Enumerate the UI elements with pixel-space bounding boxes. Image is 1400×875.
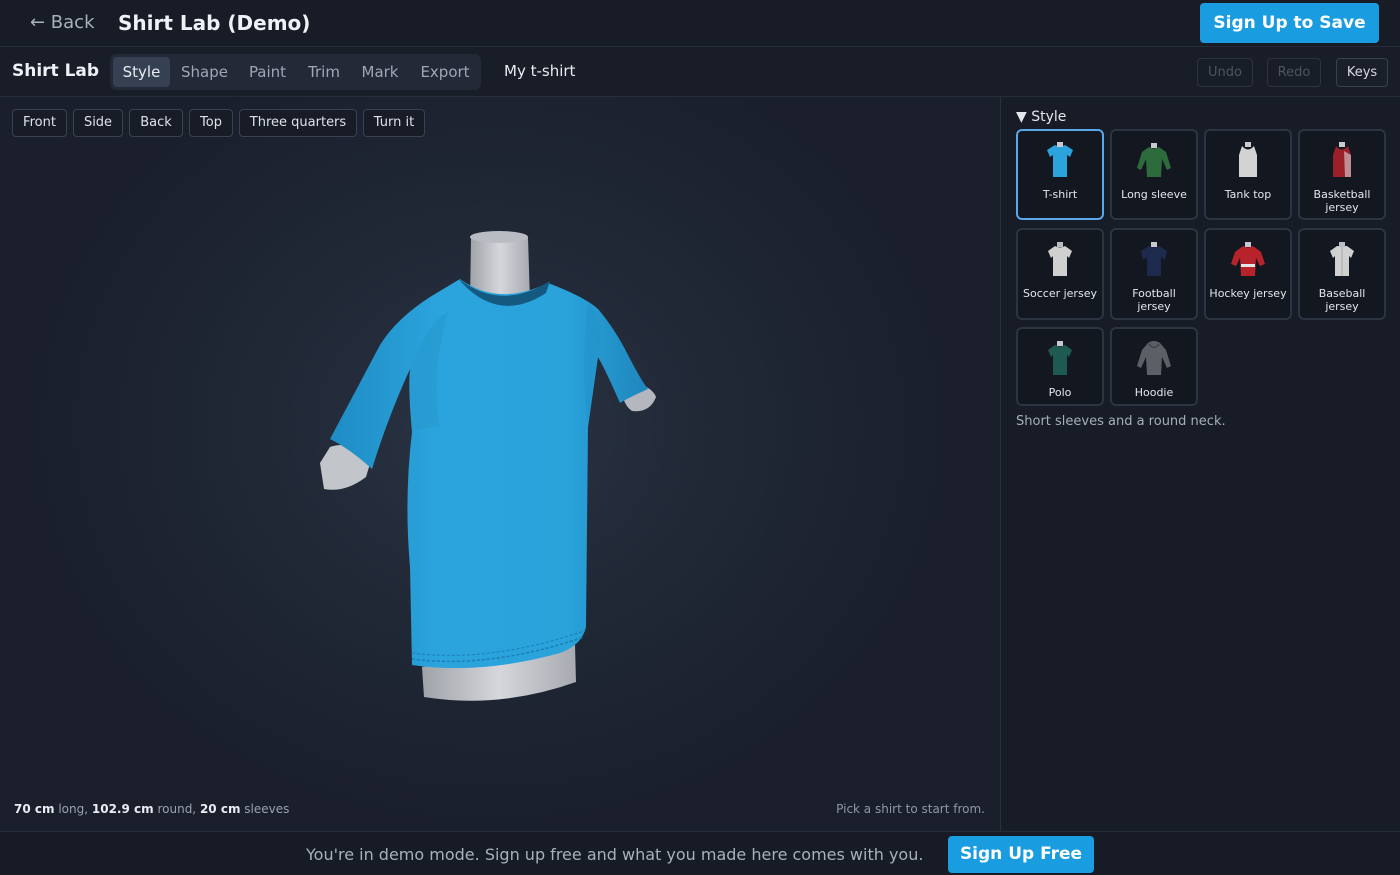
length-value: 70 cm <box>14 802 55 816</box>
chest-label: round, <box>157 802 197 816</box>
style-card-hockey-jersey[interactable]: Hockey jersey <box>1204 228 1292 320</box>
football-jersey-icon <box>1141 242 1167 276</box>
style-card-label: Baseball jersey <box>1318 287 1366 313</box>
tab-trim[interactable]: Trim <box>300 57 348 87</box>
chest-value: 102.9 cm <box>91 802 154 816</box>
shirt-3d-model[interactable] <box>0 97 1000 831</box>
style-card-football-jersey[interactable]: Football jersey <box>1110 228 1198 320</box>
tab-shape[interactable]: Shape <box>173 57 236 87</box>
long-sleeve-icon <box>1137 143 1171 177</box>
style-card-baseball-jersey[interactable]: Baseball jersey <box>1298 228 1386 320</box>
back-link[interactable]: ← Back <box>30 12 95 33</box>
soccer-jersey-icon <box>1048 242 1072 276</box>
style-card-label: Football jersey <box>1132 287 1176 313</box>
polo-icon <box>1048 341 1072 375</box>
3d-viewport[interactable]: Front Side Back Top Three quarters Turn … <box>0 97 1000 831</box>
sleeve-label: sleeves <box>244 802 290 816</box>
style-card-label: Soccer jersey <box>1023 287 1097 300</box>
style-card-basketball-jersey[interactable]: Basketball jersey <box>1298 129 1386 220</box>
redo-button[interactable]: Redo <box>1267 58 1321 87</box>
hockey-jersey-icon <box>1231 242 1265 276</box>
style-card-soccer-jersey[interactable]: Soccer jersey <box>1016 228 1104 320</box>
style-card-tshirt[interactable]: T-shirt <box>1016 129 1104 220</box>
measurements-readout: 70 cm long, 102.9 cm round, 20 cm sleeve… <box>14 802 289 816</box>
style-card-label: Hockey jersey <box>1209 287 1287 300</box>
tab-export[interactable]: Export <box>413 57 477 87</box>
demo-banner: You're in demo mode. Sign up free and wh… <box>0 831 1400 875</box>
tank-top-icon <box>1239 142 1257 177</box>
style-section-toggle[interactable]: ▼ Style <box>1016 109 1066 125</box>
viewport-hint: Pick a shirt to start from. <box>836 802 985 816</box>
tab-paint[interactable]: Paint <box>240 57 295 87</box>
basketball-jersey-icon <box>1333 142 1351 177</box>
tshirt-icon <box>1047 142 1073 177</box>
style-card-label: Long sleeve <box>1121 188 1187 201</box>
style-card-polo[interactable]: Polo <box>1016 327 1104 406</box>
brand-label: Shirt Lab <box>12 61 100 81</box>
page-title: Shirt Lab (Demo) <box>118 11 311 35</box>
style-card-tank-top[interactable]: Tank top <box>1204 129 1292 220</box>
hoodie-icon <box>1137 341 1171 375</box>
sign-up-to-save-button[interactable]: Sign Up to Save <box>1200 3 1379 43</box>
style-card-hoodie[interactable]: Hoodie <box>1110 327 1198 406</box>
keys-button[interactable]: Keys <box>1336 58 1388 87</box>
demo-message: You're in demo mode. Sign up free and wh… <box>306 845 924 864</box>
shirt-body <box>330 279 648 669</box>
editor-tabs: Style Shape Paint Trim Mark Export <box>110 54 481 90</box>
design-name[interactable]: My t-shirt <box>504 62 575 80</box>
editor-toolbar: Shirt Lab Style Shape Paint Trim Mark Ex… <box>0 47 1400 97</box>
top-bar: ← Back Shirt Lab (Demo) Sign Up to Save <box>0 0 1400 47</box>
style-card-label: Hoodie <box>1134 386 1174 399</box>
style-card-label: Tank top <box>1224 188 1272 201</box>
sleeve-value: 20 cm <box>199 802 241 816</box>
tab-style[interactable]: Style <box>113 57 170 87</box>
undo-button[interactable]: Undo <box>1197 58 1253 87</box>
length-label: long, <box>58 802 89 816</box>
style-card-long-sleeve[interactable]: Long sleeve <box>1110 129 1198 220</box>
style-panel: ▼ Style T-shirt Long sleeve Tank top Bas… <box>1000 97 1400 831</box>
style-card-label: Basketball jersey <box>1313 188 1371 214</box>
tab-mark[interactable]: Mark <box>352 57 408 87</box>
mannequin-neck-top <box>470 231 528 243</box>
shirt-right-sleeve-shade <box>584 303 601 427</box>
baseball-jersey-icon <box>1330 242 1354 276</box>
style-description: Short sleeves and a round neck. <box>1016 414 1226 429</box>
style-card-label: Polo <box>1048 386 1072 399</box>
style-card-label: T-shirt <box>1042 188 1078 201</box>
sign-up-free-button[interactable]: Sign Up Free <box>948 836 1094 873</box>
